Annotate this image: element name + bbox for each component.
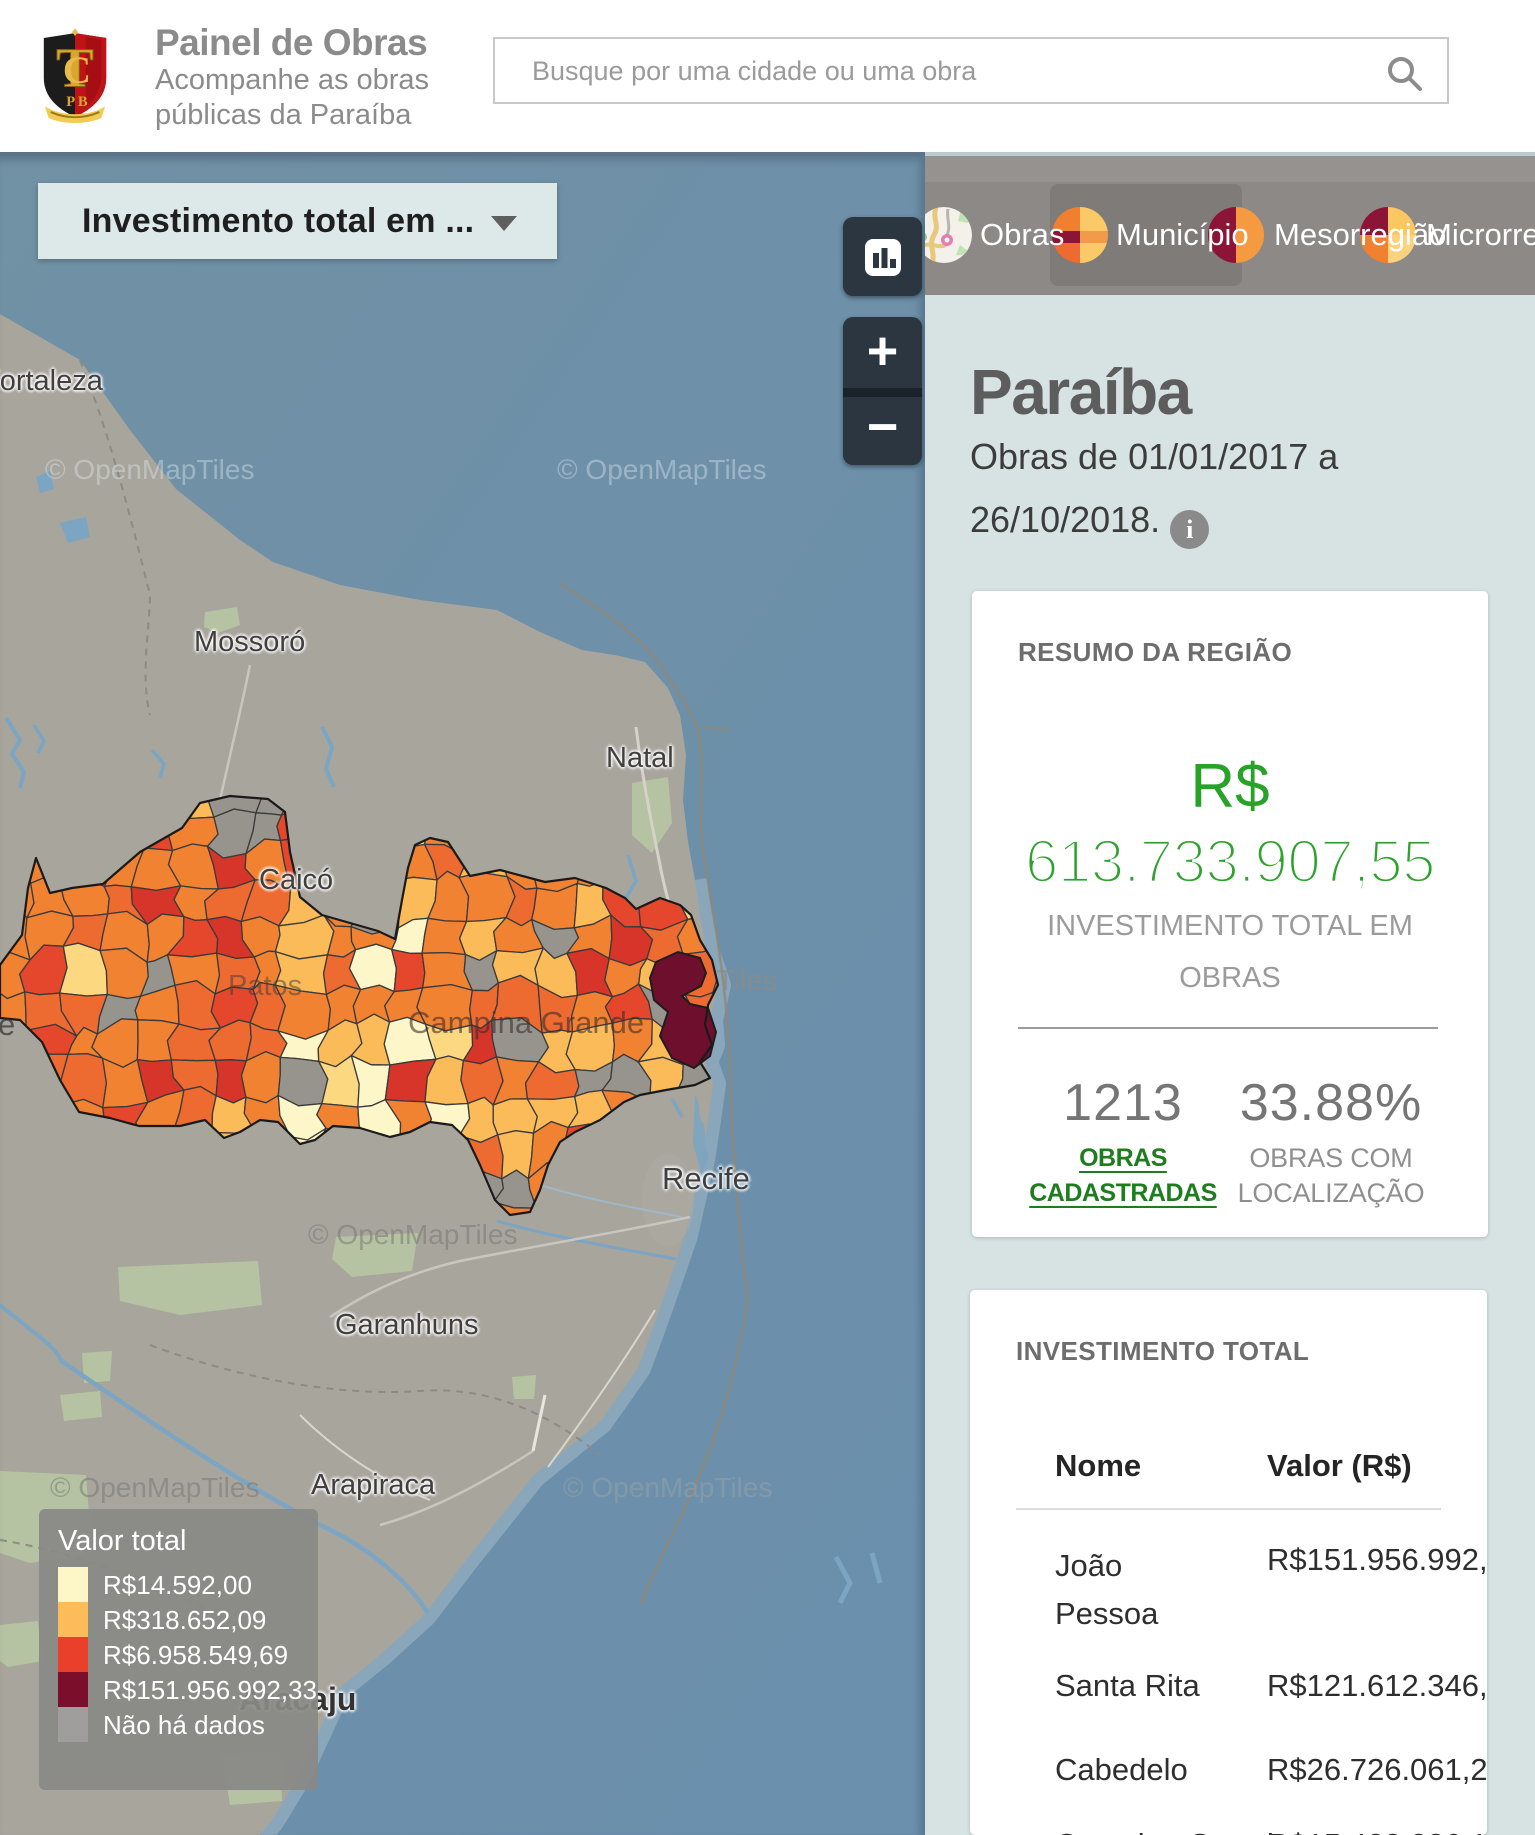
svg-text:P: P	[66, 94, 75, 110]
svg-text:B: B	[78, 94, 88, 110]
svg-text:C: C	[63, 49, 91, 92]
